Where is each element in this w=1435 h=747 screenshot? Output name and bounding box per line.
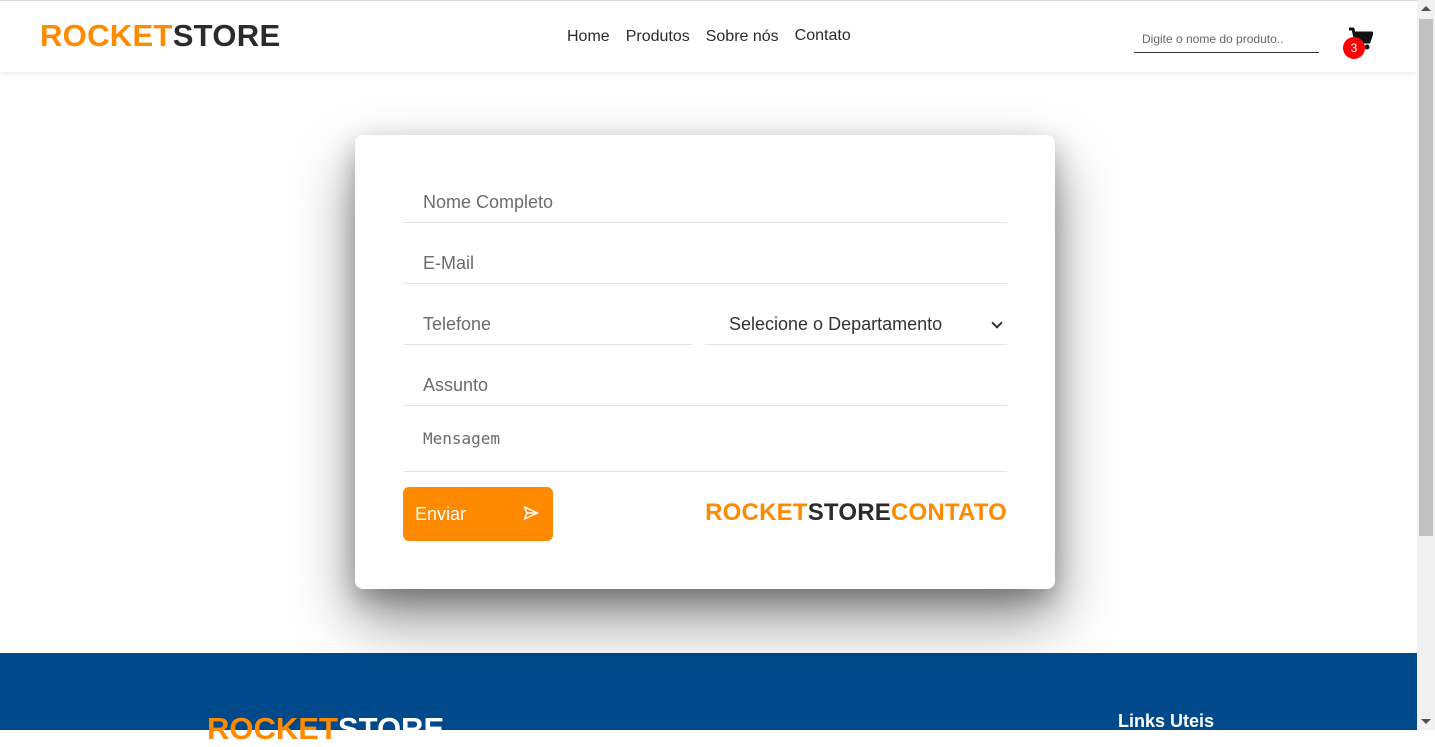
scroll-thumb[interactable] [1419,19,1433,536]
email-input[interactable] [403,244,1007,284]
nav-produtos[interactable]: Produtos [626,28,690,46]
search-input[interactable] [1134,26,1319,53]
site-header: ROCKETSTORE Home Produtos Sobre nós Cont… [0,0,1417,72]
nav-home[interactable]: Home [567,28,610,46]
logo-part-store: STORE [172,18,281,53]
footer-logo-store: STORE [337,711,445,746]
scroll-up-arrow-icon[interactable] [1421,6,1431,11]
cart-count-badge: 3 [1343,37,1365,59]
footer-logo-rocket: ROCKET [207,711,338,746]
nav-sobre-nos[interactable]: Sobre nós [706,28,779,46]
scroll-down-arrow-icon[interactable] [1421,719,1431,724]
brand-part-store: STORE [807,499,891,526]
page-scrollbar[interactable] [1417,0,1435,730]
contact-brand-title: ROCKETSTORECONTATO [705,499,1007,527]
site-footer: ROCKETSTORE Links Uteis [0,653,1419,746]
brand-logo[interactable]: ROCKETSTORE [40,18,280,54]
contact-form-card: Selecione o Departamento Enviar ROCKETST… [355,135,1055,589]
department-select[interactable]: Selecione o Departamento [705,305,1007,345]
subject-input[interactable] [403,366,1007,406]
paper-plane-icon [523,506,539,520]
footer-logo: ROCKETSTORE [207,711,444,747]
brand-part-rocket: ROCKET [705,499,808,526]
send-button[interactable]: Enviar [403,487,553,541]
nav-contato[interactable]: Contato [795,27,851,46]
department-select-value: Selecione o Departamento [729,314,943,334]
footer-links-title: Links Uteis [1118,711,1215,731]
chevron-down-icon [991,317,1003,329]
message-textarea[interactable] [403,425,1007,472]
send-button-label: Enviar [415,503,467,524]
phone-input[interactable] [403,305,693,345]
full-name-input[interactable] [403,183,1007,223]
logo-part-rocket: ROCKET [40,18,173,53]
main-nav: Home Produtos Sobre nós Contato [567,27,851,46]
brand-part-contato: CONTATO [890,499,1007,526]
